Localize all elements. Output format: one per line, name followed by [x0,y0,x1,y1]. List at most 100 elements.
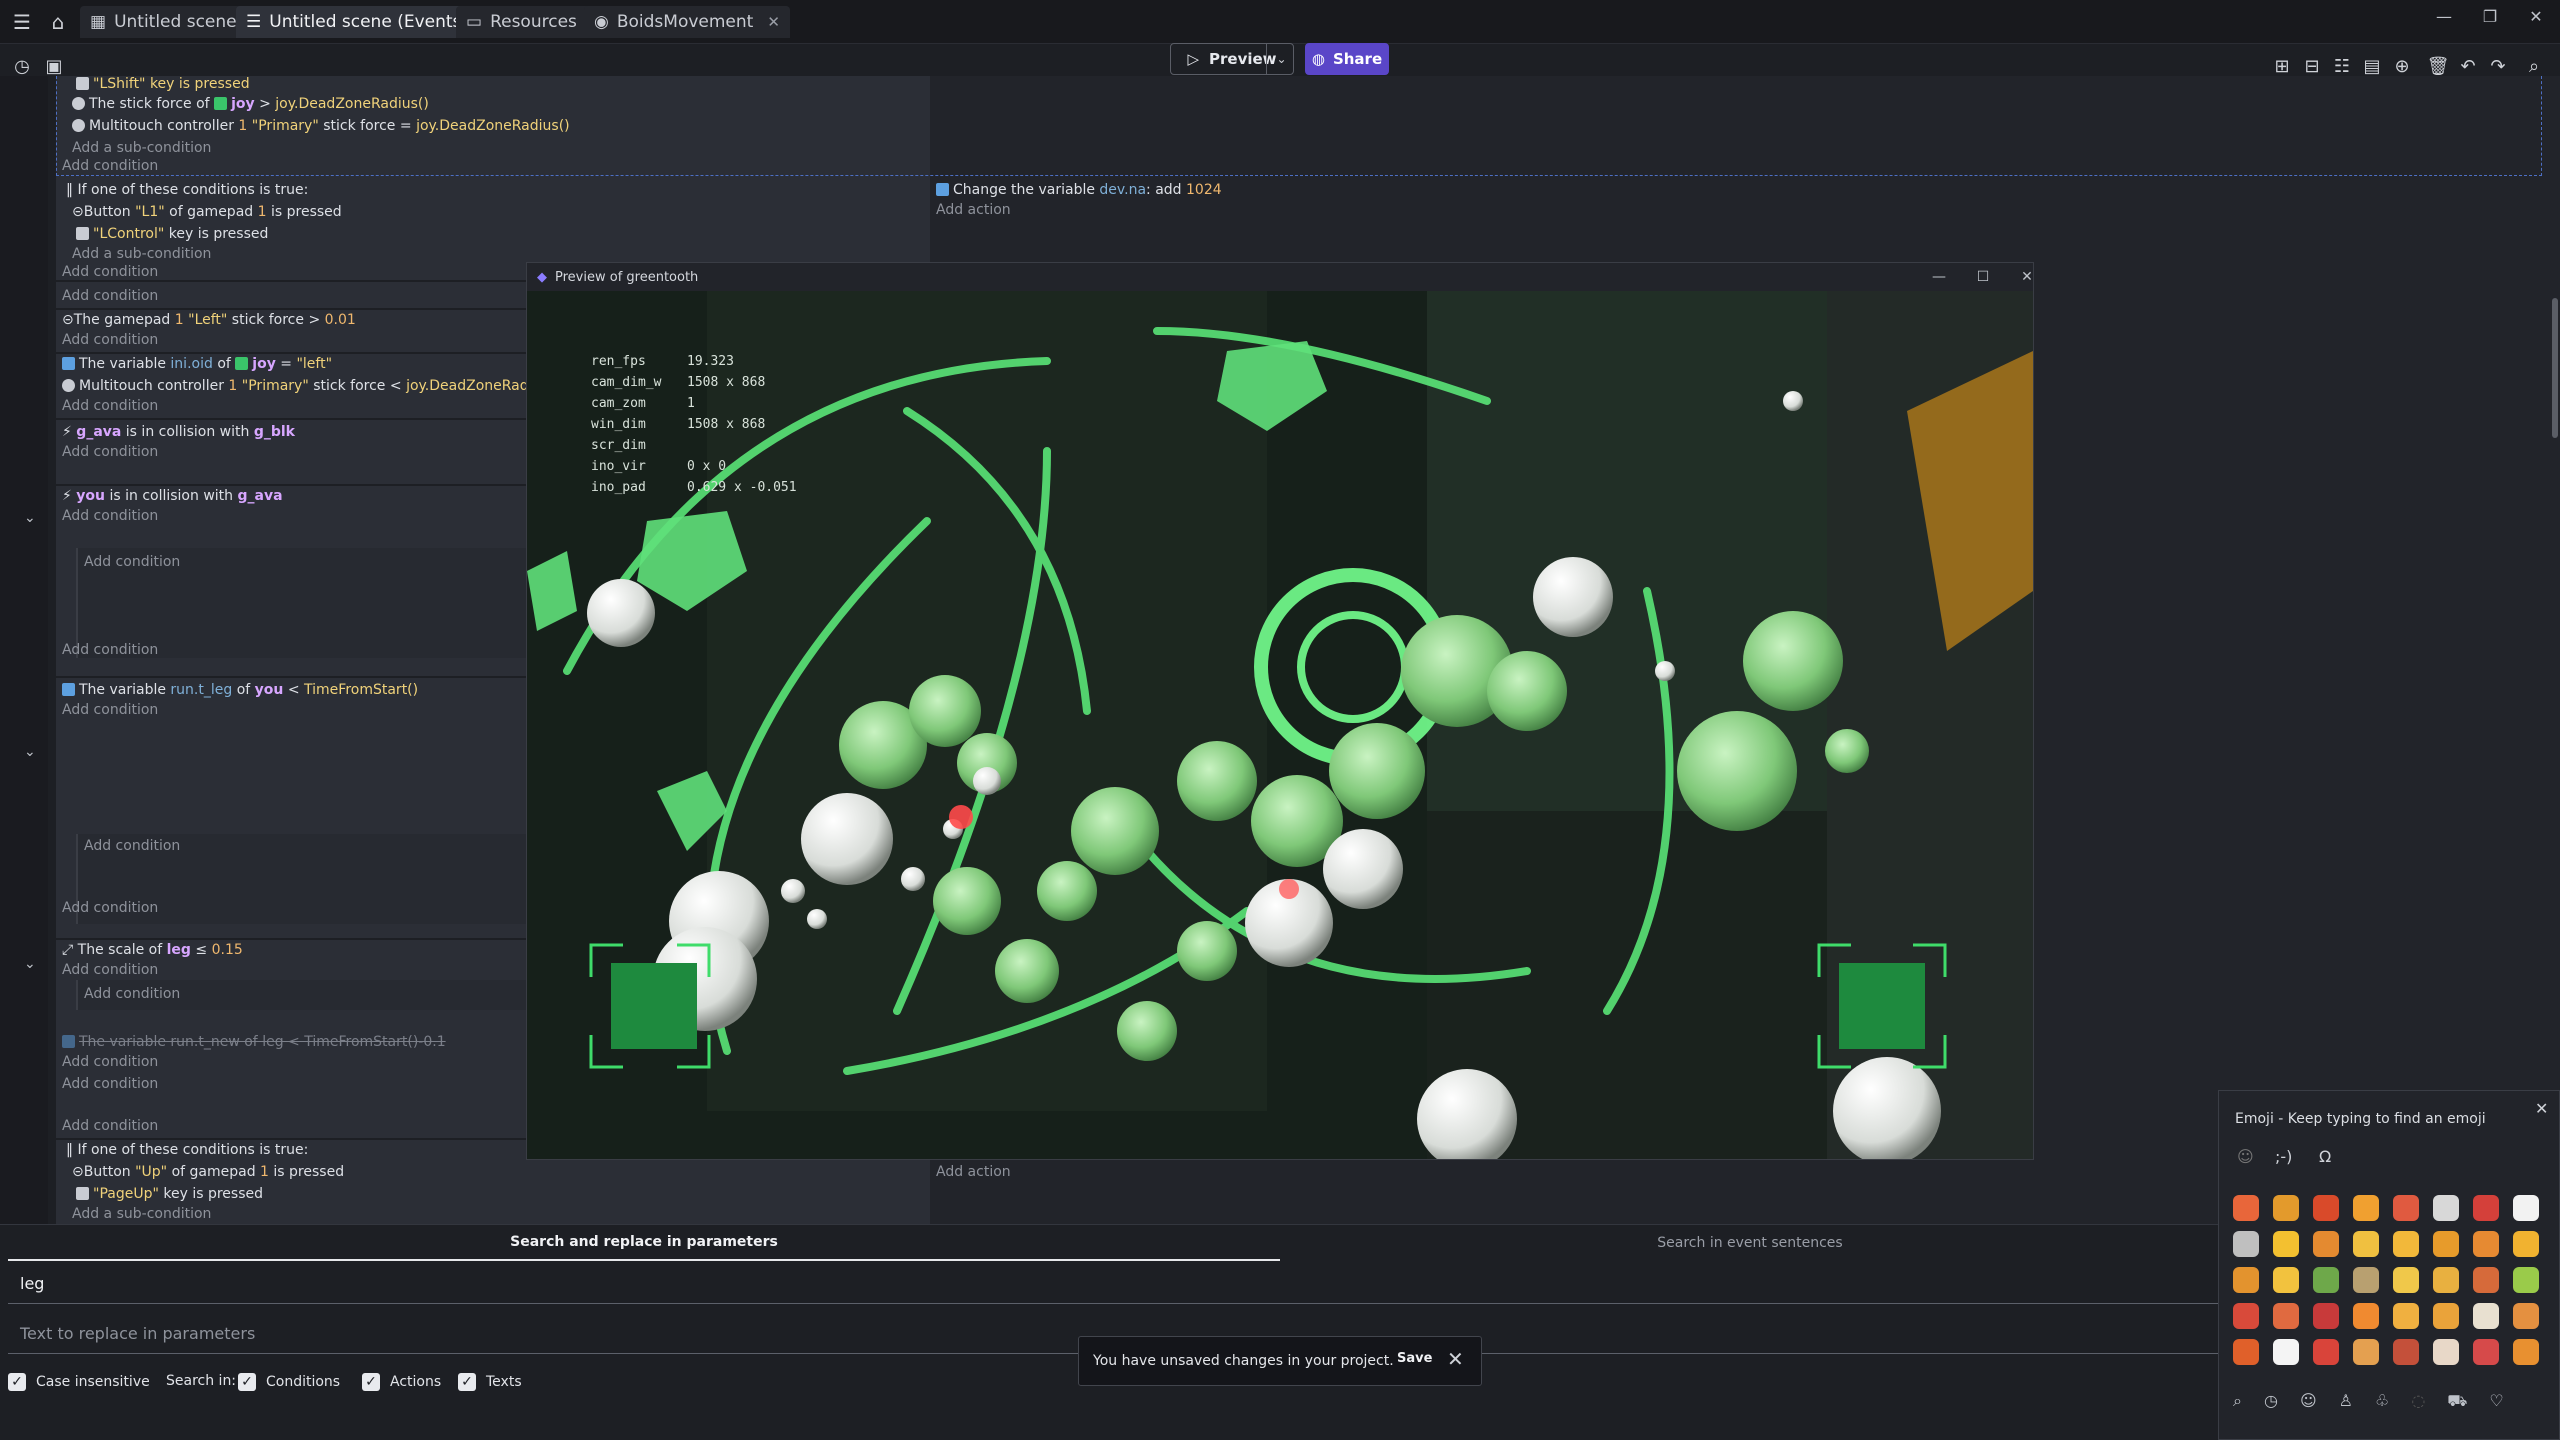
tab-search-replace-params[interactable]: Search and replace in parameters [8,1225,1280,1261]
action-change-variable[interactable]: Change the variable dev.na: add 1024 [936,182,1222,198]
symbols-tab-icon[interactable]: Ω [2319,1147,2331,1166]
or-condition-title-2[interactable]: ‖ If one of these conditions is true: [66,1142,308,1158]
condition-lshift[interactable]: "LShift" key is pressed [76,76,250,92]
conditions-checkbox[interactable]: ✓ Conditions [238,1373,340,1391]
condition-button-l1[interactable]: ⊝Button "L1" of gamepad 1 is pressed [72,204,342,220]
search-icon[interactable]: ⌕ [2233,1391,2242,1412]
search-input[interactable]: leg [8,1264,2220,1304]
home-icon[interactable]: ⌂ [42,6,74,38]
condition-variable-run-t-leg[interactable]: The variable run.t_leg of you < TimeFrom… [62,682,418,698]
condition-button-up[interactable]: ⊝Button "Up" of gamepad 1 is pressed [72,1164,344,1180]
smiley-tab-icon[interactable]: ☺ [2237,1147,2254,1166]
emoji-item[interactable] [2233,1303,2259,1329]
close-icon[interactable]: ✕ [1447,1347,1464,1371]
add-condition-link[interactable]: Add condition [62,900,158,916]
emoji-item[interactable] [2313,1339,2339,1365]
condition-variable-ini-oid[interactable]: The variable ini.oid of joy = "left" [62,356,332,372]
emoji-item[interactable] [2353,1303,2379,1329]
condition-gamepad-stick[interactable]: ⊝The gamepad 1 "Left" stick force > 0.01 [62,312,356,328]
maximize-icon[interactable]: ☐ [1963,265,2003,289]
add-condition-link[interactable]: Add condition [62,1076,158,1092]
or-condition-title[interactable]: ‖ If one of these conditions is true: [66,182,308,198]
chevron-down-icon[interactable]: ⌄ [24,956,36,972]
save-button[interactable]: Save [1397,1351,1432,1366]
add-sub-condition-link[interactable]: Add a sub-condition [72,246,211,262]
add-condition-link[interactable]: Add condition [62,1118,158,1134]
heart-icon[interactable]: ♡ [2489,1391,2503,1412]
minimize-icon[interactable]: — [2426,4,2462,28]
emoji-item[interactable] [2433,1303,2459,1329]
condition-lcontrol[interactable]: "LControl" key is pressed [76,226,268,242]
chevron-down-icon[interactable]: ⌄ [24,744,36,760]
emoji-item[interactable] [2473,1339,2499,1365]
add-condition-link[interactable]: Add condition [84,986,180,1002]
add-condition-link[interactable]: Add condition [62,702,158,718]
tab-search-sentences[interactable]: Search in event sentences [1280,1225,2220,1261]
emoji-item[interactable] [2353,1195,2379,1221]
close-icon[interactable]: ✕ [2535,1099,2548,1118]
condition-stick-force[interactable]: The stick force of joy > joy.DeadZoneRad… [72,96,429,112]
add-condition-link[interactable]: Add condition [62,332,158,348]
kaomoji-tab-icon[interactable]: ;-) [2275,1147,2292,1166]
travel-icon[interactable]: ⛟ [2447,1391,2467,1412]
emoji-item[interactable] [2473,1195,2499,1221]
minimize-icon[interactable]: — [1919,265,1959,289]
add-condition-link[interactable]: Add condition [62,264,158,280]
emoji-item[interactable] [2473,1231,2499,1257]
actions-checkbox[interactable]: ✓ Actions [362,1373,441,1391]
tab-boids-movement[interactable]: ◉ BoidsMovement ✕ [584,6,790,38]
emoji-item[interactable] [2393,1339,2419,1365]
add-condition-link[interactable]: Add condition [62,398,158,414]
add-action-link[interactable]: Add action [936,202,1011,218]
condition-multitouch-2[interactable]: Multitouch controller 1 "Primary" stick … [62,378,560,394]
condition-you-collision[interactable]: ⚡ you is in collision with g_ava [62,488,283,504]
emoji-item[interactable] [2393,1231,2419,1257]
condition-scale-leg[interactable]: ⤢ The scale of leg ≤ 0.15 [62,942,243,958]
food-icon[interactable]: ◌ [2411,1391,2425,1412]
share-button[interactable]: ◍ Share [1305,43,1389,75]
emoji-item[interactable] [2353,1267,2379,1293]
emoji-item[interactable] [2233,1231,2259,1257]
texts-checkbox[interactable]: ✓ Texts [458,1373,522,1391]
close-icon[interactable]: ✕ [2007,265,2047,289]
emoji-item[interactable] [2513,1231,2539,1257]
add-condition-link[interactable]: Add condition [62,288,158,304]
preview-dropdown[interactable]: ⌄ [1266,43,1296,75]
emoji-item[interactable] [2273,1231,2299,1257]
emoji-item[interactable] [2233,1267,2259,1293]
add-sub-condition-link[interactable]: Add a sub-condition [72,140,211,156]
add-condition-link[interactable]: Add condition [84,838,180,854]
emoji-item[interactable] [2313,1195,2339,1221]
emoji-item[interactable] [2313,1303,2339,1329]
emoji-item[interactable] [2473,1267,2499,1293]
add-condition-link[interactable]: Add condition [62,444,158,460]
emoji-item[interactable] [2513,1195,2539,1221]
emoji-item[interactable] [2433,1195,2459,1221]
emoji-item[interactable] [2513,1339,2539,1365]
add-condition-link[interactable]: Add condition [62,962,158,978]
close-icon[interactable]: ✕ [767,13,780,31]
add-condition-link[interactable]: Add condition [62,642,158,658]
condition-multitouch-1[interactable]: Multitouch controller 1 "Primary" stick … [72,118,570,134]
case-insensitive-checkbox[interactable]: ✓ Case insensitive [8,1373,150,1391]
add-condition-link[interactable]: Add condition [62,158,158,174]
emoji-item[interactable] [2273,1339,2299,1365]
emoji-item[interactable] [2273,1303,2299,1329]
condition-disabled-run-t-new[interactable]: The variable run.t_new of leg < TimeFrom… [62,1034,446,1050]
emoji-item[interactable] [2353,1231,2379,1257]
emoji-item[interactable] [2273,1267,2299,1293]
condition-pageup[interactable]: "PageUp" key is pressed [76,1186,263,1202]
emoji-item[interactable] [2313,1267,2339,1293]
game-canvas[interactable]: ren_fps 19.323 cam_dim_w 1508 x 868 cam_zo… [527,291,2033,1159]
emoji-item[interactable] [2353,1339,2379,1365]
add-condition-link[interactable]: Add condition [84,554,180,570]
close-window-icon[interactable]: ✕ [2518,4,2554,28]
add-condition-link[interactable]: Add condition [62,1054,158,1070]
preview-title-bar[interactable]: ◆ Preview of greentooth — ☐ ✕ [527,263,2033,291]
events-scrollbar[interactable] [2552,298,2558,438]
emoji-item[interactable] [2473,1303,2499,1329]
people-icon[interactable]: ♙ [2339,1391,2353,1412]
emoji-item[interactable] [2433,1339,2459,1365]
condition-gava-collision[interactable]: ⚡ g_ava is in collision with g_blk [62,424,295,440]
emoji-item[interactable] [2513,1267,2539,1293]
